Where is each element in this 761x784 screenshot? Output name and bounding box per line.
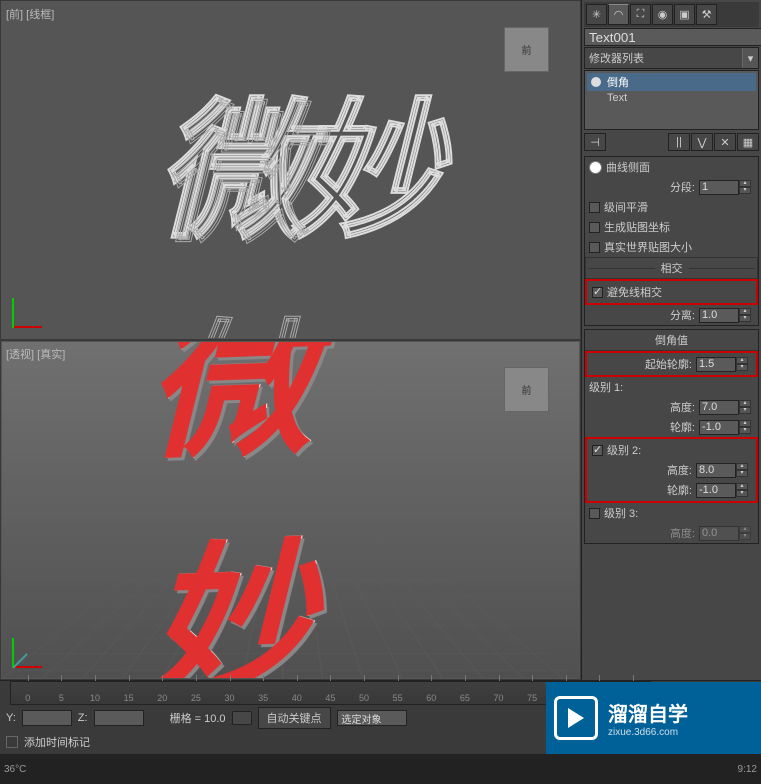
marker-toggle[interactable] bbox=[6, 736, 18, 748]
l2-outline-spinner[interactable] bbox=[696, 483, 736, 498]
start-outline-spinner[interactable] bbox=[696, 357, 736, 372]
axis-gizmo-bottom bbox=[12, 628, 52, 668]
real-world-label: 真实世界贴图大小 bbox=[604, 239, 692, 255]
viewport-front-wireframe[interactable]: [前] [线框] 前 微妙 bbox=[1, 1, 580, 339]
l2-height-label: 高度: bbox=[592, 462, 692, 478]
watermark-url: zixue.3d66.com bbox=[608, 727, 688, 738]
l2-outline-label: 轮廓: bbox=[592, 482, 692, 498]
l1-height-label: 高度: bbox=[589, 399, 695, 415]
avoid-intersect-label: 避免线相交 bbox=[607, 284, 662, 300]
modify-tab[interactable]: ◠ bbox=[608, 4, 629, 25]
watermark-title: 溜溜自学 bbox=[608, 698, 688, 727]
key-mode-icon[interactable] bbox=[232, 711, 252, 725]
intersect-header: 相交 bbox=[655, 260, 689, 276]
clock: 9:12 bbox=[738, 764, 757, 775]
object-name-field[interactable] bbox=[584, 28, 761, 46]
viewport-label-bottom: [透视] [真实] bbox=[6, 346, 65, 362]
modifier-stack-item-bevel[interactable]: 倒角 bbox=[587, 73, 756, 91]
make-unique-button[interactable]: ⋁ bbox=[691, 133, 713, 151]
arc-icon: ◠ bbox=[614, 8, 624, 21]
bevel-values-rollout: 倒角值 起始轮廓: ▴▾ 级别 1: 高度: ▴▾ 轮廓: ▴▾ bbox=[584, 329, 759, 544]
gen-map-checkbox[interactable] bbox=[589, 222, 600, 233]
modifier-stack[interactable]: 倒角 Text bbox=[584, 70, 759, 130]
level3-checkbox[interactable] bbox=[589, 508, 600, 519]
view-cube-bottom[interactable]: 前 bbox=[504, 367, 549, 412]
stack-toolbar: ⊣ || ⋁ ✕ ▦ bbox=[584, 131, 759, 153]
hierarchy-tab[interactable]: ⛶ bbox=[630, 4, 651, 25]
play-icon bbox=[554, 696, 598, 740]
modifier-stack-item-text[interactable]: Text bbox=[587, 91, 756, 105]
separate-spinner[interactable] bbox=[699, 308, 739, 323]
parameters-rollout: 曲线侧面 分段: ▴▾ 级间平滑 生成贴图坐标 真实世界贴图大小 相交 bbox=[584, 156, 759, 326]
create-tab[interactable]: ✳ bbox=[586, 4, 607, 25]
command-panel: ✳ ◠ ⛶ ◉ ▣ ⚒ 修改器列表 ▾ 倒角 Text ⊣ || bbox=[581, 0, 761, 680]
taskbar: 36°C 9:12 bbox=[0, 754, 761, 784]
viewport-perspective-real[interactable]: [透视] [真实] 前 微妙 bbox=[1, 341, 580, 679]
l1-outline-label: 轮廓: bbox=[589, 419, 695, 435]
axis-gizmo-top bbox=[12, 288, 52, 328]
grid-label: 栅格 = 10.0 bbox=[170, 710, 226, 726]
level3-label: 级别 3: bbox=[604, 505, 638, 521]
segments-label: 分段: bbox=[589, 179, 695, 195]
view-cube-top[interactable]: 前 bbox=[504, 27, 549, 72]
sun-icon: ✳ bbox=[592, 8, 601, 21]
bulb-icon bbox=[591, 77, 601, 87]
temperature-indicator: 36°C bbox=[4, 764, 26, 775]
display-tab[interactable]: ▣ bbox=[674, 4, 695, 25]
l3-height-spinner bbox=[699, 526, 739, 541]
curve-side-radio[interactable] bbox=[589, 161, 602, 174]
z-coord-label: Z: bbox=[78, 712, 88, 724]
segments-spinner[interactable] bbox=[699, 180, 739, 195]
gen-map-label: 生成贴图坐标 bbox=[604, 219, 670, 235]
configure-sets-button[interactable]: ▦ bbox=[737, 133, 759, 151]
auto-key-button[interactable]: 自动关键点 bbox=[258, 707, 331, 729]
key-target-dropdown[interactable] bbox=[337, 710, 407, 726]
motion-icon: ◉ bbox=[658, 8, 668, 21]
display-icon: ▣ bbox=[679, 8, 689, 21]
command-panel-tabs: ✳ ◠ ⛶ ◉ ▣ ⚒ bbox=[584, 2, 759, 27]
level2-checkbox[interactable] bbox=[592, 445, 603, 456]
l1-height-spinner[interactable] bbox=[699, 400, 739, 415]
y-coord-field[interactable] bbox=[22, 710, 72, 726]
level-smooth-label: 级间平滑 bbox=[604, 199, 648, 215]
separate-label: 分离: bbox=[589, 307, 695, 323]
l1-outline-spinner[interactable] bbox=[699, 420, 739, 435]
watermark-banner: 溜溜自学 zixue.3d66.com bbox=[546, 682, 761, 754]
motion-tab[interactable]: ◉ bbox=[652, 4, 673, 25]
y-coord-label: Y: bbox=[6, 712, 16, 724]
level1-label: 级别 1: bbox=[589, 379, 623, 395]
curve-side-label: 曲线侧面 bbox=[606, 159, 754, 175]
level-smooth-checkbox[interactable] bbox=[589, 202, 600, 213]
real-world-checkbox[interactable] bbox=[589, 242, 600, 253]
hammer-icon: ⚒ bbox=[702, 8, 712, 21]
remove-modifier-button[interactable]: ✕ bbox=[714, 133, 736, 151]
hierarchy-icon: ⛶ bbox=[637, 8, 645, 21]
add-time-marker-label[interactable]: 添加时间标记 bbox=[24, 734, 90, 750]
level2-label: 级别 2: bbox=[607, 442, 641, 458]
modifier-list-label: 修改器列表 bbox=[585, 48, 742, 68]
bevel-values-header[interactable]: 倒角值 bbox=[585, 330, 758, 351]
z-coord-field[interactable] bbox=[94, 710, 144, 726]
chevron-down-icon: ▾ bbox=[742, 48, 758, 68]
pin-stack-button[interactable]: ⊣ bbox=[584, 133, 606, 151]
avoid-intersect-checkbox[interactable] bbox=[592, 287, 603, 298]
l3-height-label: 高度: bbox=[589, 525, 695, 541]
viewport-text-wire: 微妙 bbox=[155, 51, 425, 268]
show-end-result-button[interactable]: || bbox=[668, 133, 690, 151]
modifier-list-dropdown[interactable]: 修改器列表 ▾ bbox=[584, 47, 759, 69]
start-outline-label: 起始轮廓: bbox=[592, 356, 692, 372]
l2-height-spinner[interactable] bbox=[696, 463, 736, 478]
viewport-label-top: [前] [线框] bbox=[6, 6, 54, 22]
viewport-text-solid: 微妙 bbox=[146, 341, 435, 679]
utilities-tab[interactable]: ⚒ bbox=[696, 4, 717, 25]
